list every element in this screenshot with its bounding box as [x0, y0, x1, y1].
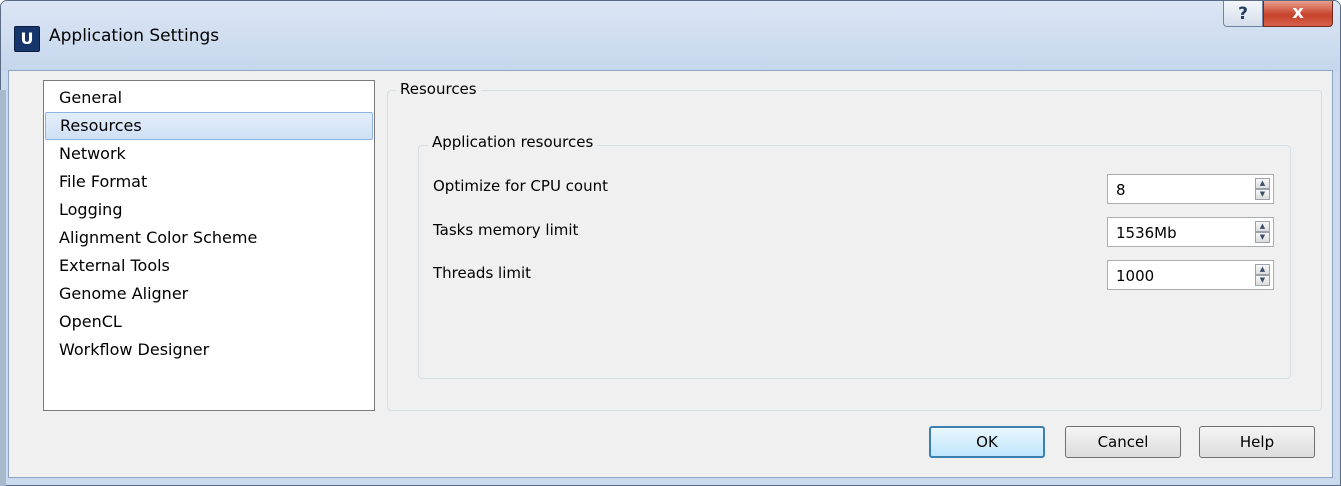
spin-arrows: ▲ ▼ — [1255, 264, 1270, 286]
memory-limit-value: 1536Mb — [1116, 224, 1177, 242]
sidebar-item-resources[interactable]: Resources — [45, 112, 373, 140]
threads-limit-spinbox[interactable]: 1000 ▲ ▼ — [1107, 260, 1274, 290]
spin-arrows: ▲ ▼ — [1255, 221, 1270, 243]
window-title: Application Settings — [49, 26, 220, 46]
group-title: Application resources — [428, 133, 598, 151]
page-title: Resources — [396, 80, 481, 98]
title-bar[interactable]: U Application Settings ? x — [1, 1, 1340, 71]
spin-down-icon[interactable]: ▼ — [1255, 275, 1270, 286]
cpu-count-spinbox[interactable]: 8 ▲ ▼ — [1107, 174, 1274, 204]
sidebar-item-logging[interactable]: Logging — [44, 196, 374, 224]
settings-category-list[interactable]: General Resources Network File Format Lo… — [43, 80, 375, 411]
spin-down-icon[interactable]: ▼ — [1255, 232, 1270, 243]
help-button[interactable]: Help — [1199, 426, 1315, 458]
spin-arrows: ▲ ▼ — [1255, 178, 1270, 200]
spin-up-icon[interactable]: ▲ — [1255, 264, 1270, 275]
sidebar-item-general[interactable]: General — [44, 84, 374, 112]
cpu-count-value: 8 — [1116, 181, 1126, 199]
spin-down-icon[interactable]: ▼ — [1255, 189, 1270, 200]
sidebar-item-workflow-designer[interactable]: Workflow Designer — [44, 336, 374, 364]
close-icon: x — [1292, 2, 1304, 23]
sidebar-item-file-format[interactable]: File Format — [44, 168, 374, 196]
sidebar-item-opencl[interactable]: OpenCL — [44, 308, 374, 336]
context-help-button[interactable]: ? — [1223, 1, 1263, 27]
memory-limit-spinbox[interactable]: 1536Mb ▲ ▼ — [1107, 217, 1274, 247]
cancel-button[interactable]: Cancel — [1065, 426, 1181, 458]
sidebar-item-alignment-color-scheme[interactable]: Alignment Color Scheme — [44, 224, 374, 252]
memory-limit-label: Tasks memory limit — [433, 221, 579, 239]
cpu-count-label: Optimize for CPU count — [433, 177, 609, 195]
threads-limit-label: Threads limit — [433, 264, 532, 282]
threads-limit-value: 1000 — [1116, 267, 1155, 285]
sidebar-item-genome-aligner[interactable]: Genome Aligner — [44, 280, 374, 308]
app-icon: U — [14, 26, 40, 52]
sidebar-item-network[interactable]: Network — [44, 140, 374, 168]
sidebar-item-external-tools[interactable]: External Tools — [44, 252, 374, 280]
window-edge — [0, 90, 6, 486]
close-button[interactable]: x — [1263, 1, 1333, 27]
ok-button[interactable]: OK — [929, 426, 1045, 458]
spin-up-icon[interactable]: ▲ — [1255, 178, 1270, 189]
spin-up-icon[interactable]: ▲ — [1255, 221, 1270, 232]
